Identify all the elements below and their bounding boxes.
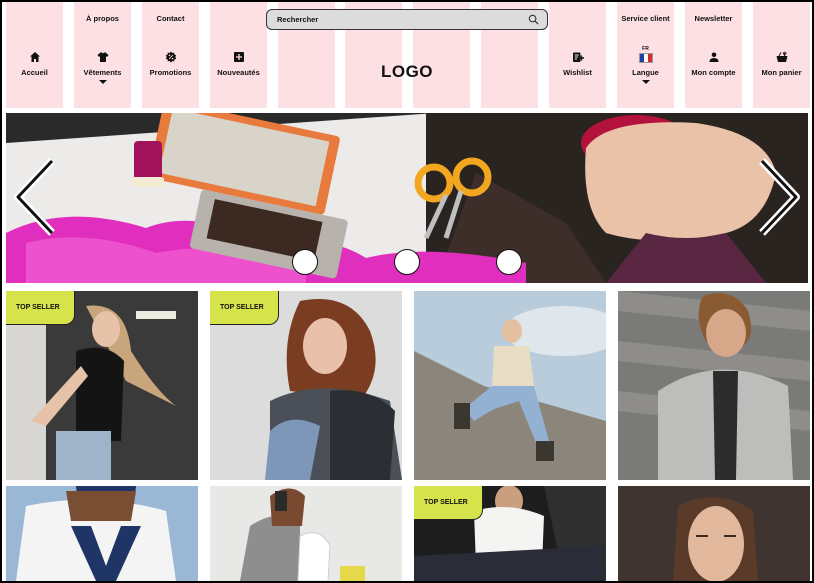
product-image bbox=[618, 291, 810, 480]
nav-promotions-label: Promotions bbox=[149, 68, 192, 77]
product-card[interactable]: TOP SELLER bbox=[6, 291, 198, 480]
user-icon bbox=[709, 52, 718, 62]
nav-clothing-link[interactable]: Vêtements bbox=[64, 51, 141, 84]
top-seller-badge: TOP SELLER bbox=[6, 291, 75, 325]
product-card[interactable]: TOP SELLER bbox=[210, 291, 402, 480]
top-seller-badge: TOP SELLER bbox=[210, 291, 279, 325]
nav-column-promotions: Contact Promotions bbox=[142, 2, 199, 108]
product-image bbox=[414, 291, 606, 480]
wishlist-icon bbox=[572, 52, 584, 62]
nav-new-link[interactable]: Nouveautés bbox=[200, 51, 277, 77]
product-card[interactable] bbox=[6, 486, 198, 581]
product-image bbox=[6, 486, 198, 581]
language-code: FR bbox=[642, 46, 649, 52]
nav-home-link[interactable]: Accueil bbox=[2, 51, 73, 77]
contact-link[interactable]: Contact bbox=[132, 14, 209, 23]
nav-cart-link[interactable]: Mon panier bbox=[743, 51, 812, 77]
product-card[interactable] bbox=[210, 486, 402, 581]
nav-cart-label: Mon panier bbox=[761, 68, 802, 77]
discount-badge-icon bbox=[165, 51, 176, 63]
product-card[interactable] bbox=[414, 291, 606, 480]
nav-column-home: Accueil bbox=[6, 2, 63, 108]
french-flag-icon bbox=[638, 53, 653, 63]
product-card[interactable] bbox=[618, 486, 810, 581]
nav-column-clothing: À propos Vêtements bbox=[74, 2, 131, 108]
search-icon[interactable] bbox=[528, 14, 539, 25]
search-bar bbox=[266, 9, 548, 30]
about-link[interactable]: À propos bbox=[64, 14, 141, 23]
chevron-down-icon bbox=[641, 80, 650, 84]
nav-column-new: Nouveautés bbox=[210, 2, 267, 108]
carousel-next-arrow-icon[interactable] bbox=[758, 157, 802, 237]
site-logo[interactable]: LOGO bbox=[342, 62, 472, 82]
nav-column-account: Newsletter Mon compte bbox=[685, 2, 742, 108]
carousel-prev-arrow-icon[interactable] bbox=[12, 157, 56, 237]
nav-clothing-label: Vêtements bbox=[83, 68, 122, 77]
top-seller-badge: TOP SELLER bbox=[414, 486, 483, 520]
hero-carousel bbox=[6, 113, 808, 283]
carousel-dot-2[interactable] bbox=[394, 249, 420, 275]
carousel-dot-3[interactable] bbox=[496, 249, 522, 275]
nav-account-link[interactable]: Mon compte bbox=[675, 51, 752, 77]
chevron-down-icon bbox=[98, 80, 107, 84]
page: Accueil À propos Vêtements Contact Promo… bbox=[2, 2, 812, 581]
search-input[interactable] bbox=[277, 13, 517, 26]
nav-column-language: Service client FR Langue bbox=[617, 2, 674, 108]
home-icon bbox=[29, 52, 40, 62]
nav-language-link[interactable]: FR Langue bbox=[607, 46, 684, 84]
new-item-icon bbox=[233, 52, 244, 62]
nav-wishlist-label: Wishlist bbox=[563, 68, 592, 77]
product-image bbox=[618, 486, 810, 581]
nav-wishlist-link[interactable]: Wishlist bbox=[539, 51, 616, 77]
nav-column-cart: Mon panier bbox=[753, 2, 810, 108]
product-card[interactable] bbox=[618, 291, 810, 480]
nav-promotions-link[interactable]: Promotions bbox=[132, 51, 209, 77]
newsletter-link[interactable]: Newsletter bbox=[675, 14, 752, 23]
nav-new-label: Nouveautés bbox=[217, 68, 260, 77]
carousel-dot-1[interactable] bbox=[292, 249, 318, 275]
nav-column-wishlist: Wishlist bbox=[549, 2, 606, 108]
customer-service-link[interactable]: Service client bbox=[607, 14, 684, 23]
tshirt-icon bbox=[97, 52, 108, 62]
nav-language-label: Langue bbox=[632, 68, 659, 77]
product-card[interactable]: TOP SELLER bbox=[414, 486, 606, 581]
shopping-basket-icon bbox=[776, 51, 787, 62]
nav-account-label: Mon compte bbox=[691, 68, 736, 77]
nav-home-label: Accueil bbox=[21, 68, 48, 77]
product-image bbox=[210, 486, 402, 581]
